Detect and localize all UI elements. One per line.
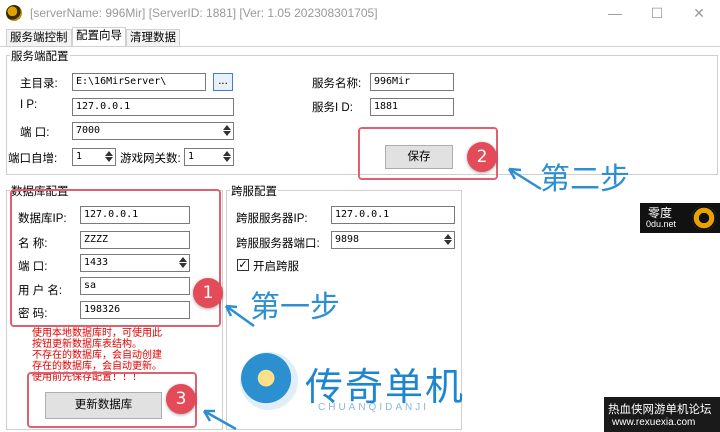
tab-server-control[interactable]: 服务端控制 [6, 29, 72, 47]
browse-button[interactable]: ... [213, 73, 233, 91]
forum-watermark: 热血侠网游单机论坛 www.rexuexia.com [604, 397, 720, 432]
server-config-legend: 服务端配置 [10, 48, 70, 64]
server-id-label: 服务I D: [312, 102, 353, 114]
cross-port-value: 9898 [335, 234, 360, 245]
port-stepper[interactable]: 7000 [72, 122, 234, 140]
step-badge: 1 [193, 278, 223, 308]
tab-config-wizard[interactable]: 配置向导 [72, 27, 126, 47]
enable-cross-label: 开启跨服 [253, 261, 299, 273]
minimize-button[interactable]: — [600, 3, 630, 23]
port-auto-stepper[interactable]: 1 [72, 148, 116, 166]
tab-divider [0, 46, 720, 47]
forum-url: www.rexuexia.com [612, 417, 696, 428]
forum-title: 热血侠网游单机论坛 [608, 404, 712, 416]
port-auto-value: 1 [76, 151, 83, 162]
dragon-logo-icon [240, 352, 298, 410]
highlight-box-step-1 [10, 189, 221, 327]
window-title: [serverName: 996Mir] [ServerID: 1881] [V… [30, 6, 378, 20]
maximize-button[interactable]: ☐ [642, 3, 672, 23]
step-badge: 3 [166, 384, 196, 414]
ip-label: I P: [20, 99, 38, 111]
cross-port-label: 跨服服务器端口: [236, 238, 320, 250]
port-value: 7000 [76, 125, 101, 136]
db-note-line: 使用本地数据库时，可使用此 [32, 328, 162, 339]
db-note-line: 存在的数据库，会自动更新。 [32, 361, 162, 372]
server-name-input[interactable]: 996Mir [370, 73, 454, 91]
close-button[interactable]: ✕ [684, 3, 714, 23]
logo-subtext: CHUANQIDANJI [318, 402, 430, 413]
server-id-input[interactable]: 1881 [370, 98, 454, 116]
zero-watermark: 零度 0du.net [640, 203, 720, 233]
spin-arrows-icon[interactable] [442, 233, 453, 247]
gateway-label: 游戏网关数: [120, 153, 181, 165]
step-badge: 2 [467, 142, 497, 172]
eye-logo-icon [692, 206, 716, 230]
tab-clean-data[interactable]: 清理数据 [126, 29, 180, 47]
spin-arrows-icon[interactable] [221, 124, 232, 138]
step-label: 第二步 [540, 162, 630, 197]
arrow-icon [202, 409, 237, 431]
arrow-icon [507, 167, 542, 191]
server-name-label: 服务名称: [312, 78, 362, 90]
spin-arrows-icon[interactable] [103, 150, 114, 164]
step-label: 第一步 [250, 290, 340, 325]
cross-ip-label: 跨服服务器IP: [236, 213, 308, 225]
ip-input[interactable]: 127.0.0.1 [72, 98, 234, 116]
enable-cross-checkbox[interactable]: ✓ [237, 259, 249, 271]
cross-port-stepper[interactable]: 9898 [331, 231, 455, 249]
gateway-value: 1 [188, 151, 195, 162]
cross-ip-input[interactable]: 127.0.0.1 [331, 206, 455, 224]
db-note-line: 不存在的数据库，会自动创建 [32, 350, 162, 361]
app-icon [6, 5, 22, 21]
port-auto-label: 端口自增: [8, 153, 58, 165]
port-label: 端 口: [20, 127, 50, 139]
root-dir-input[interactable]: E:\16MirServer\ [72, 73, 206, 91]
root-dir-label: 主目录: [20, 78, 58, 90]
cross-config-legend: 跨服配置 [230, 183, 278, 199]
db-note-line: 按钮更新数据库表结构。 [32, 339, 142, 350]
zero-watermark-sub: 0du.net [646, 219, 677, 229]
spin-arrows-icon[interactable] [221, 150, 232, 164]
gateway-stepper[interactable]: 1 [184, 148, 234, 166]
